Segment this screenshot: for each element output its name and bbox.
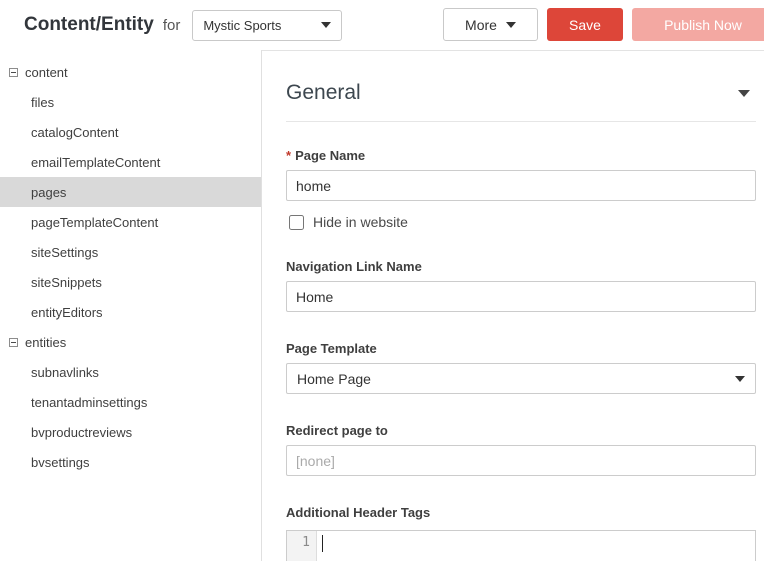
field-page-template: Page Template Home Page: [286, 341, 756, 394]
sidebar-item-entityeditors[interactable]: entityEditors: [0, 297, 261, 327]
sidebar-tree: content files catalogContent emailTempla…: [0, 50, 262, 561]
app-body: content files catalogContent emailTempla…: [0, 50, 764, 561]
chevron-down-icon: [735, 375, 745, 382]
line-number-gutter: 1: [287, 531, 317, 561]
tree-label: siteSettings: [31, 244, 99, 260]
sidebar-item-entities[interactable]: entities: [0, 327, 261, 357]
chevron-down-icon: [321, 22, 332, 28]
additional-header-tags-editor[interactable]: 1: [286, 530, 756, 561]
sidebar-item-content[interactable]: content: [0, 57, 261, 87]
publish-now-button[interactable]: Publish Now: [632, 8, 764, 41]
chevron-down-icon: [505, 21, 516, 28]
more-button[interactable]: More: [443, 8, 538, 41]
hide-in-website-label: Hide in website: [313, 214, 408, 230]
page-title: Content/Entity: [24, 14, 154, 35]
main-panel: General * Page Name Hide in website Navi…: [262, 50, 764, 561]
tree-label: emailTemplateContent: [31, 154, 161, 170]
page-template-label: Page Template: [286, 341, 377, 356]
text-cursor: [322, 535, 323, 552]
additional-header-tags-label: Additional Header Tags: [286, 505, 431, 520]
required-asterisk: *: [286, 148, 292, 163]
field-label: * Page Name: [286, 148, 756, 163]
section-header-general[interactable]: General: [286, 81, 756, 122]
field-page-name: * Page Name Hide in website: [286, 148, 756, 230]
collapse-icon[interactable]: [9, 337, 18, 347]
tree-label: subnavlinks: [31, 364, 99, 380]
sidebar-item-emailtemplatecontent[interactable]: emailTemplateContent: [0, 147, 261, 177]
field-additional-header-tags: Additional Header Tags 1: [286, 505, 756, 561]
page-template-select-value: Home Page: [297, 370, 371, 387]
navigation-link-name-label: Navigation Link Name: [286, 259, 422, 274]
page-name-input[interactable]: [286, 170, 756, 201]
tree-label: bvproductreviews: [31, 424, 133, 440]
tree-label: files: [31, 94, 55, 110]
for-label: for: [162, 16, 181, 34]
sidebar-item-bvsettings[interactable]: bvsettings: [0, 447, 261, 477]
field-redirect-page-to: Redirect page to: [286, 423, 756, 476]
sidebar-item-pages[interactable]: pages: [0, 177, 261, 207]
sidebar-item-pagetemplatecontent[interactable]: pageTemplateContent: [0, 207, 261, 237]
tree-label: siteSnippets: [31, 274, 102, 290]
sidebar-item-sitesnippets[interactable]: siteSnippets: [0, 267, 261, 297]
save-button[interactable]: Save: [547, 8, 623, 41]
page-name-label: Page Name: [295, 148, 366, 163]
code-area[interactable]: [317, 531, 755, 561]
sidebar-item-files[interactable]: files: [0, 87, 261, 117]
tree-label: bvsettings: [31, 454, 90, 470]
redirect-page-to-input[interactable]: [286, 445, 756, 476]
tree-label: tenantadminsettings: [31, 394, 148, 410]
section-title: General: [286, 81, 361, 104]
tree-label: pageTemplateContent: [31, 214, 159, 230]
tenant-select-value: Mystic Sports: [203, 17, 282, 33]
hide-in-website-row: Hide in website: [286, 214, 756, 230]
page-template-select[interactable]: Home Page: [286, 363, 756, 394]
redirect-page-to-label: Redirect page to: [286, 423, 388, 438]
chevron-down-icon[interactable]: [738, 89, 750, 97]
tree-label: content: [25, 64, 68, 80]
tree-label: entityEditors: [31, 304, 103, 320]
header: Content/Entity for Mystic Sports More Sa…: [0, 0, 764, 50]
sidebar-item-tenantadminsettings[interactable]: tenantadminsettings: [0, 387, 261, 417]
sidebar-item-subnavlinks[interactable]: subnavlinks: [0, 357, 261, 387]
hide-in-website-checkbox[interactable]: [289, 214, 304, 230]
field-navigation-link-name: Navigation Link Name: [286, 259, 756, 312]
sidebar-item-sitesettings[interactable]: siteSettings: [0, 237, 261, 267]
sidebar-item-bvproductreviews[interactable]: bvproductreviews: [0, 417, 261, 447]
header-actions: More Save Publish Now: [443, 8, 764, 41]
tenant-select[interactable]: Mystic Sports: [192, 9, 343, 41]
collapse-icon[interactable]: [9, 67, 18, 77]
tree-label: entities: [25, 334, 67, 350]
tree-label: catalogContent: [31, 124, 119, 140]
tree-label: pages: [31, 184, 67, 200]
navigation-link-name-input[interactable]: [286, 281, 756, 312]
more-button-label: More: [465, 16, 497, 33]
sidebar-item-catalogcontent[interactable]: catalogContent: [0, 117, 261, 147]
